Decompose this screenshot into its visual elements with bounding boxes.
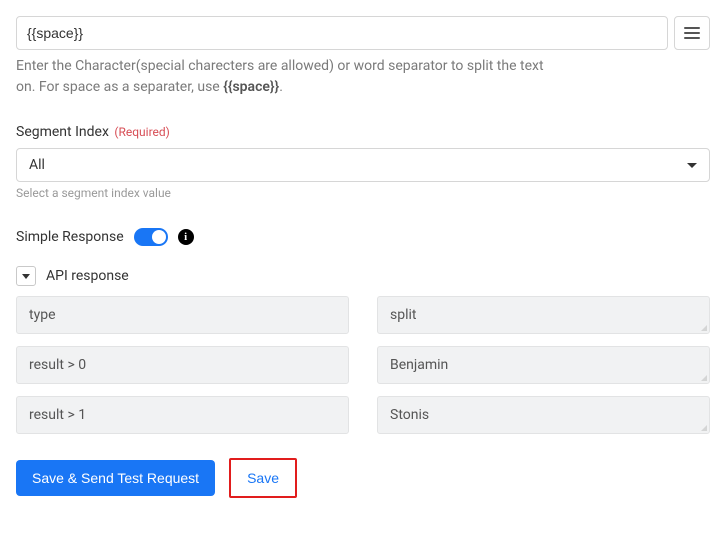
api-response-value[interactable]: split <box>377 296 710 334</box>
api-response-key[interactable]: type <box>16 296 349 334</box>
resize-handle-icon[interactable] <box>701 325 707 331</box>
separator-help-text: Enter the Character(special charecters a… <box>16 56 556 98</box>
simple-response-toggle[interactable] <box>134 228 168 246</box>
segment-index-label: Segment Index (Required) <box>16 124 710 140</box>
segment-index-select[interactable]: All <box>16 148 710 182</box>
api-response-key[interactable]: result > 0 <box>16 346 349 384</box>
separator-input[interactable] <box>16 16 668 50</box>
segment-index-hint: Select a segment index value <box>16 186 710 200</box>
save-send-test-button[interactable]: Save & Send Test Request <box>16 460 215 496</box>
api-response-title: API response <box>46 268 129 284</box>
chevron-down-icon <box>687 163 697 168</box>
api-response-value[interactable]: Benjamin <box>377 346 710 384</box>
info-icon[interactable]: i <box>178 229 194 245</box>
simple-response-label: Simple Response <box>16 229 124 245</box>
insert-variable-button[interactable] <box>674 16 710 50</box>
chevron-down-icon <box>22 274 30 279</box>
resize-handle-icon[interactable] <box>701 375 707 381</box>
menu-icon <box>684 27 700 39</box>
api-response-key[interactable]: result > 1 <box>16 396 349 434</box>
segment-index-value: All <box>29 157 45 173</box>
api-response-collapse-button[interactable] <box>16 266 36 286</box>
api-response-value[interactable]: Stonis <box>377 396 710 434</box>
resize-handle-icon[interactable] <box>701 425 707 431</box>
highlight-annotation: Save <box>229 458 297 498</box>
save-button[interactable]: Save <box>231 460 295 496</box>
